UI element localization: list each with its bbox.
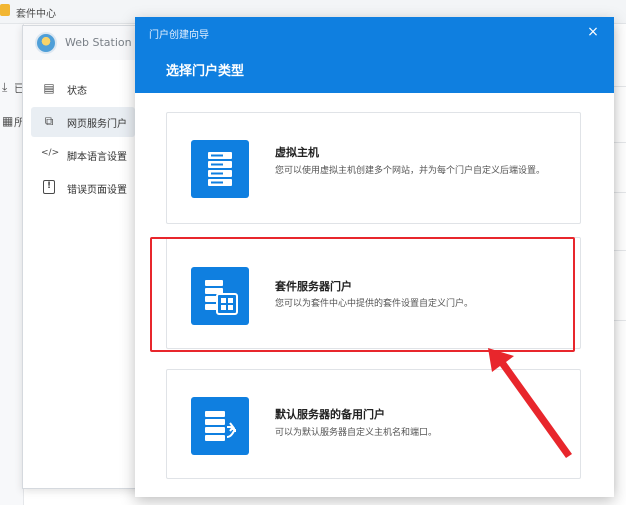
- option-title: 虚拟主机: [275, 146, 319, 159]
- option-title: 默认服务器的备用门户: [275, 408, 385, 421]
- option-default-server-portal[interactable]: 默认服务器的备用门户 可以为默认服务器自定义主机名和端口。: [166, 369, 581, 479]
- option-description: 您可以使用虚拟主机创建多个网站，并为每个门户自定义后端设置。: [275, 166, 546, 176]
- grid-icon: ▦: [2, 114, 14, 128]
- portal-wizard-dialog: 门户创建向导 × 选择门户类型 虚拟主机 您可以使用虚拟主机创建多个网站，并为每…: [135, 17, 614, 497]
- option-description: 您可以为套件中心中提供的套件设置自定义门户。: [275, 299, 474, 309]
- web-station-sidebar: ▤ 状态 ⧉ 网页服务门户 </> 脚本语言设置 ! 错误页面设置: [23, 60, 135, 488]
- dialog-subtitle: 选择门户类型: [166, 64, 245, 79]
- sidebar-item-label: 网页服务门户: [67, 119, 127, 130]
- option-package-server-portal[interactable]: 套件服务器门户 您可以为套件中心中提供的套件设置自定义门户。: [166, 237, 581, 349]
- sidebar-item-label: 错误页面设置: [67, 185, 127, 196]
- web-station-logo-icon: [35, 32, 57, 54]
- sidebar-item-status[interactable]: ▤ 状态: [31, 74, 135, 104]
- package-center-icon: [0, 4, 10, 16]
- dialog-title: 门户创建向导: [149, 30, 209, 41]
- sidebar-item-error-page[interactable]: ! 错误页面设置: [31, 173, 135, 203]
- sidebar-item-label: 状态: [67, 86, 87, 97]
- default-server-icon: [191, 397, 249, 455]
- package-list-edge: [614, 24, 626, 505]
- dialog-header: 门户创建向导 × 选择门户类型: [135, 17, 614, 93]
- status-icon: ▤: [43, 81, 55, 95]
- error-page-icon: !: [43, 180, 55, 194]
- sidebar-item-label: 脚本语言设置: [67, 152, 127, 163]
- close-icon[interactable]: ×: [585, 24, 601, 40]
- package-center-title: 套件中心: [16, 9, 56, 20]
- dialog-body: 虚拟主机 您可以使用虚拟主机创建多个网站，并为每个门户自定义后端设置。 套件服务…: [135, 93, 614, 497]
- virtual-host-icon: [191, 140, 249, 198]
- web-station-title: Web Station: [65, 36, 132, 49]
- option-virtual-host[interactable]: 虚拟主机 您可以使用虚拟主机创建多个网站，并为每个门户自定义后端设置。: [166, 112, 581, 224]
- option-description: 可以为默认服务器自定义主机名和端口。: [275, 428, 438, 438]
- sidebar-item-script-language[interactable]: </> 脚本语言设置: [31, 140, 135, 170]
- script-icon: </>: [41, 148, 60, 158]
- package-center-sidebar: ⤓ 已 ▦ 所: [0, 24, 25, 505]
- package-center-all-item[interactable]: ▦ 所: [0, 110, 25, 132]
- web-portal-icon: ⧉: [44, 114, 54, 128]
- package-center-installed-item[interactable]: ⤓ 已: [0, 76, 25, 98]
- download-icon: ⤓: [2, 80, 8, 94]
- package-server-icon: [191, 267, 249, 325]
- sidebar-item-web-portal[interactable]: ⧉ 网页服务门户: [31, 107, 135, 137]
- option-title: 套件服务器门户: [275, 280, 352, 293]
